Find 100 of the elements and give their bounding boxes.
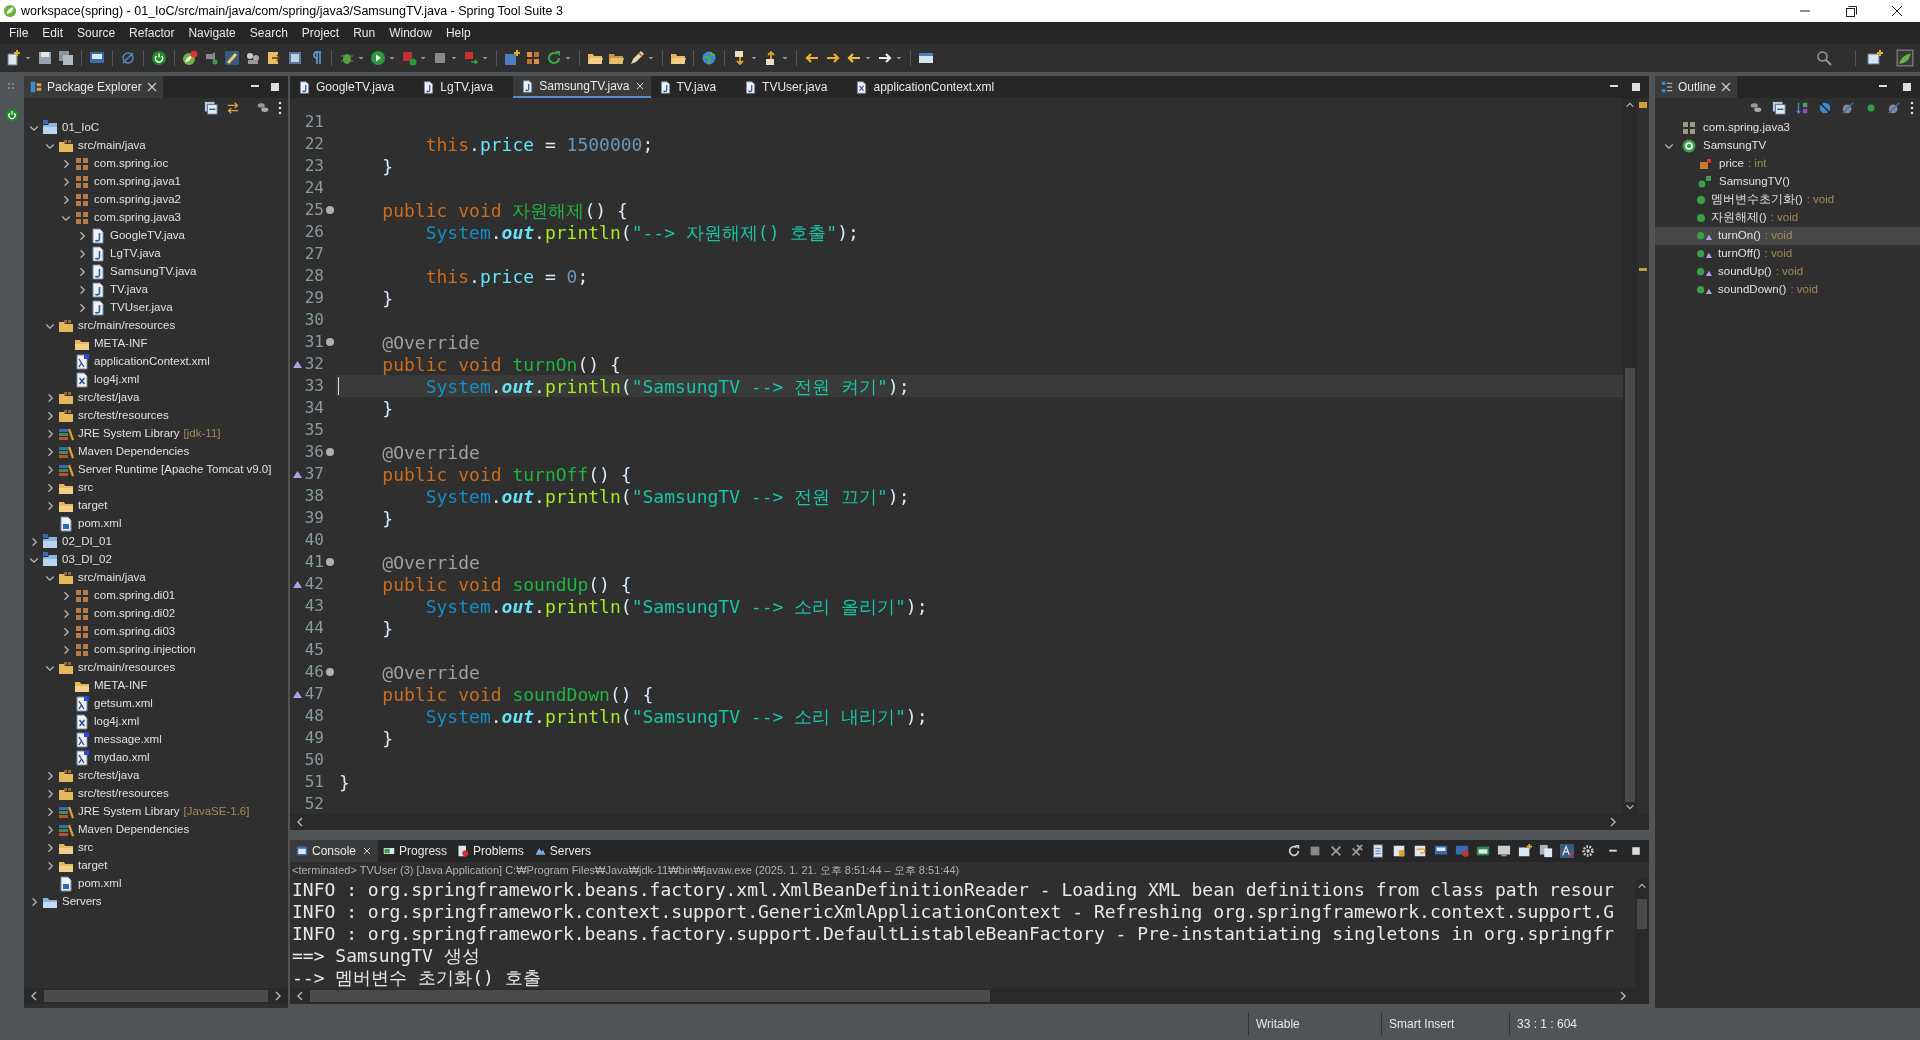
tree-item[interactable]: src/main/java [78, 569, 146, 587]
tree-item[interactable]: src [78, 479, 94, 497]
tree-item[interactable]: SamsungTV.java [110, 263, 197, 281]
scroll-up-icon[interactable] [1637, 881, 1647, 891]
close-icon[interactable] [362, 846, 373, 856]
tree-item[interactable]: Maven Dependencies [78, 443, 190, 461]
editor-tab[interactable]: SamsungTV.java [513, 76, 651, 98]
panel-tab[interactable]: Package Explorer [24, 76, 163, 98]
fold-marker-icon[interactable] [326, 206, 334, 214]
save-all-icon[interactable] [58, 50, 74, 66]
package-icon[interactable] [525, 50, 541, 66]
tree-item[interactable]: mydao.xml [94, 749, 150, 767]
editor-tab[interactable]: TVUser.java [736, 76, 848, 98]
caret-icon[interactable] [750, 54, 758, 62]
outline-item[interactable]: SamsungTV() [1655, 173, 1920, 191]
outline-item[interactable]: turnOff() : void [1655, 245, 1920, 263]
open-perspective-icon[interactable] [1867, 50, 1883, 66]
tree-item[interactable]: META-INF [94, 335, 148, 353]
fold-marker-icon[interactable] [326, 448, 334, 456]
tree-item[interactable]: getsum.xml [94, 695, 153, 713]
override-marker-icon[interactable] [292, 579, 302, 589]
tree-item[interactable]: 03_DI_02 [62, 551, 112, 569]
stop-icon[interactable] [1308, 844, 1322, 858]
menu-item[interactable]: File [2, 22, 36, 44]
remove-all-icon[interactable] [1350, 844, 1364, 858]
console-tab[interactable]: Problems [452, 840, 529, 862]
copy-icon[interactable] [1539, 844, 1553, 858]
overview-marker[interactable] [1639, 268, 1647, 271]
gear-icon[interactable] [1581, 844, 1595, 858]
menu-item[interactable]: Run [346, 22, 383, 44]
editor-tab[interactable]: applicationContext.xml [847, 76, 1015, 98]
caret-icon[interactable] [419, 54, 427, 62]
tree-item[interactable]: 01_IoC [62, 119, 100, 137]
remove-icon[interactable] [1329, 844, 1343, 858]
tree-item[interactable]: target [78, 497, 108, 515]
scroll-lock-icon[interactable] [1392, 844, 1406, 858]
caret-icon[interactable] [781, 54, 789, 62]
fold-marker-icon[interactable] [326, 558, 334, 566]
sort-icon[interactable] [1795, 101, 1809, 115]
view-menu-icon[interactable] [278, 101, 282, 115]
scrollbar-thumb[interactable] [44, 990, 268, 1002]
hide-fields-icon[interactable] [1818, 101, 1832, 115]
caret-icon[interactable] [895, 54, 903, 62]
editor-tab[interactable]: GoogleTV.java [290, 76, 415, 98]
menu-item[interactable]: Help [438, 22, 478, 44]
tree-item[interactable]: Maven Dependencies [78, 821, 190, 839]
menu-item[interactable]: Edit [35, 22, 71, 44]
overview-marker[interactable] [1639, 102, 1647, 108]
new-class-icon[interactable] [504, 50, 520, 66]
tree-item[interactable]: Server Runtime [Apache Tomcat v9.0] [78, 461, 272, 479]
filter-icon[interactable] [1749, 101, 1763, 115]
outline-item[interactable]: 자원해제() : void [1655, 209, 1920, 227]
power-icon[interactable] [151, 50, 167, 66]
tree-item[interactable]: src/main/resources [78, 659, 176, 677]
vertical-scrollbar[interactable] [1623, 98, 1637, 814]
filter-icon[interactable] [256, 101, 270, 115]
pencil-icon[interactable] [629, 50, 645, 66]
close-icon[interactable] [634, 81, 645, 91]
tree-item[interactable]: com.spring.di02 [94, 605, 176, 623]
power-icon[interactable] [5, 108, 19, 122]
maximize-icon[interactable] [1631, 82, 1641, 92]
caret-icon[interactable] [388, 54, 396, 62]
panel-tab[interactable]: Outline [1655, 76, 1738, 98]
tree-item[interactable]: src/test/java [78, 389, 140, 407]
tree-item[interactable]: com.spring.di01 [94, 587, 176, 605]
menu-item[interactable]: Refactor [122, 22, 182, 44]
tree-item[interactable]: GoogleTV.java [110, 227, 185, 245]
override-marker-icon[interactable] [292, 359, 302, 369]
java-perspective-icon[interactable] [1896, 49, 1914, 67]
caret-icon[interactable] [564, 54, 572, 62]
caret-icon[interactable] [647, 54, 655, 62]
outline-item[interactable]: turnOn() : void [1655, 227, 1920, 245]
caret-icon[interactable] [24, 54, 32, 62]
tree-item[interactable]: com.spring.java3 [94, 209, 181, 227]
save-icon[interactable] [37, 50, 53, 66]
search-icon[interactable] [1816, 50, 1832, 66]
tree-item[interactable]: src/main/resources [78, 317, 176, 335]
maximize-icon[interactable] [1902, 82, 1912, 92]
close-icon[interactable] [146, 82, 157, 92]
tree-item[interactable]: LgTV.java [110, 245, 161, 263]
brush-icon[interactable] [224, 50, 240, 66]
maximize-icon[interactable] [270, 82, 280, 92]
tree-item[interactable]: META-INF [94, 677, 148, 695]
console-tab[interactable]: Servers [528, 840, 597, 862]
tree-item[interactable]: com.spring.di03 [94, 623, 176, 641]
window-icon[interactable] [918, 50, 934, 66]
globe-icon[interactable] [701, 50, 717, 66]
vertical-scrollbar[interactable] [1635, 879, 1649, 988]
tree-item[interactable]: TV.java [110, 281, 148, 299]
tree-item[interactable]: JRE System Library [78, 803, 180, 821]
fold-marker-icon[interactable] [326, 668, 334, 676]
override-marker-icon[interactable] [292, 469, 302, 479]
tree-item[interactable]: com.spring.ioc [94, 155, 169, 173]
outline-item[interactable]: 멤버변수초기화() : void [1655, 191, 1920, 209]
horizontal-scrollbar[interactable] [290, 988, 1649, 1004]
tree-item[interactable]: log4j.xml [94, 713, 140, 731]
outline-item[interactable]: soundUp() : void [1655, 263, 1920, 281]
caret-icon[interactable] [864, 54, 872, 62]
tree-item[interactable]: com.spring.java1 [94, 173, 181, 191]
sync-icon[interactable] [1287, 844, 1301, 858]
